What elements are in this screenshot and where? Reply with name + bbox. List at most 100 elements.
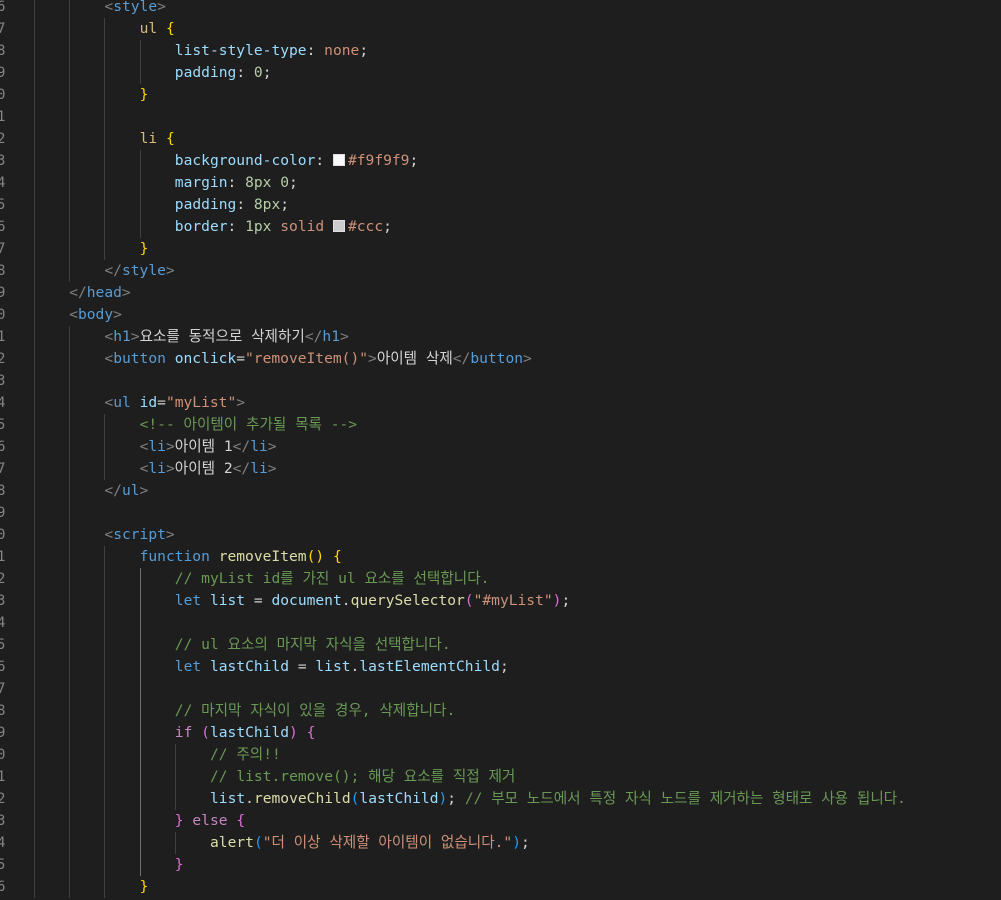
code-line[interactable]: 9 padding: 0; <box>0 62 1001 84</box>
code-line[interactable]: 6 <li>아이템 1</li> <box>0 436 1001 458</box>
indent-guide <box>69 480 71 502</box>
code-line[interactable]: 1 <h1>요소를 동적으로 삭제하기</h1> <box>0 326 1001 348</box>
indent-guide <box>34 238 35 260</box>
code-line[interactable]: 5 padding: 8px; <box>0 194 1001 216</box>
code-line[interactable]: 7 <box>0 678 1001 700</box>
line-number: 6 <box>0 879 6 895</box>
code-line[interactable]: 2 list.removeChild(lastChild); // 부모 노드에서… <box>0 788 1001 810</box>
code-line[interactable]: 2 // myList id를 가진 ul 요소를 선택합니다. <box>0 568 1001 590</box>
code-editor[interactable]: 6 <style> 7 ul {8 list-style-type: none; 9 pad… <box>0 0 1001 900</box>
color-swatch-icon[interactable] <box>332 220 345 232</box>
token-br: > <box>165 262 175 279</box>
indent-guide <box>69 678 71 700</box>
token-txt: : <box>236 64 254 81</box>
code-line[interactable]: 7 <li>아이템 2</li> <box>0 458 1001 480</box>
indent-guide <box>34 216 35 238</box>
code-line[interactable]: 2 li { <box>0 128 1001 150</box>
token-tag: script <box>113 526 166 543</box>
token-prop: margin <box>174 174 228 191</box>
code-line[interactable]: 9 if (lastChild) { <box>0 722 1001 744</box>
token-var: document <box>271 592 342 609</box>
code-text: </ul> <box>104 480 148 502</box>
token-prop: border <box>174 218 228 235</box>
code-line[interactable]: 0 <script> <box>0 524 1001 546</box>
code-text: </head> <box>69 282 131 304</box>
color-swatch-icon[interactable] <box>332 154 345 166</box>
indent-guide <box>34 260 35 282</box>
indent-guide <box>34 326 35 348</box>
line-number: 3 <box>0 153 6 169</box>
token-txt: ; <box>359 42 369 59</box>
code-line[interactable]: 1 <box>0 106 1001 128</box>
indent-guide <box>34 18 35 40</box>
code-line[interactable]: 0} <box>0 84 1001 106</box>
indent-guide <box>104 18 106 40</box>
code-line[interactable]: 2 <button onclick="removeItem()">아이템 삭제</… <box>0 348 1001 370</box>
token-p: } <box>174 812 184 829</box>
token-br: </ <box>452 350 471 367</box>
indent-guide <box>69 766 71 788</box>
line-number: 2 <box>0 791 6 807</box>
code-line[interactable]: 6 <style> <box>0 0 1001 18</box>
token-txt: : <box>236 196 254 213</box>
token-txt: = <box>157 394 166 411</box>
code-line[interactable]: 4 margin: 8px 0; <box>0 172 1001 194</box>
line-number: 2 <box>0 571 6 587</box>
code-line[interactable]: 3} else { <box>0 810 1001 832</box>
indent-guide <box>139 194 141 216</box>
indent-guide <box>34 414 35 436</box>
indent-guide <box>139 40 141 62</box>
code-line[interactable]: 6} <box>0 876 1001 898</box>
code-line[interactable]: 6 let lastChild = list.lastElementChild; <box>0 656 1001 678</box>
line-number: 9 <box>0 285 6 301</box>
token-str: "myList" <box>165 394 237 411</box>
token-num: 1px <box>245 218 272 235</box>
code-line[interactable]: 5 <!-- 아이템이 추가될 목록 --> <box>0 414 1001 436</box>
code-line[interactable]: 8 // 마지막 자식이 있을 경우, 삭제합니다. <box>0 700 1001 722</box>
code-line[interactable]: 4 <box>0 612 1001 634</box>
code-line[interactable]: 5} <box>0 854 1001 876</box>
indent-guide <box>69 238 71 260</box>
token-y: () <box>306 548 325 565</box>
code-line[interactable]: 8 list-style-type: none; <box>0 40 1001 62</box>
code-line[interactable]: 9 <box>0 502 1001 524</box>
token-val: solid <box>280 218 325 235</box>
indent-guide <box>104 84 106 106</box>
code-text: <button onclick="removeItem()">아이템 삭제</b… <box>104 348 531 370</box>
code-line[interactable]: 4 <ul id="myList"> <box>0 392 1001 414</box>
indent-guide <box>104 194 106 216</box>
indent-guide <box>69 392 71 414</box>
code-line[interactable]: 7 ul { <box>0 18 1001 40</box>
code-text: <ul id="myList"> <box>104 392 245 414</box>
token-var: list <box>209 592 246 609</box>
code-line[interactable]: 8 </style> <box>0 260 1001 282</box>
line-number: 1 <box>0 769 6 785</box>
token-tag: li <box>148 460 166 477</box>
code-line[interactable]: 6 border: 1px solid #ccc; <box>0 216 1001 238</box>
code-line[interactable]: 1 // list.remove(); 해당 요소를 직접 제거 <box>0 766 1001 788</box>
indent-guide <box>69 106 71 128</box>
code-line[interactable]: 7} <box>0 238 1001 260</box>
indent-guide <box>69 700 71 722</box>
indent-guide <box>69 744 71 766</box>
line-number: 4 <box>0 175 6 191</box>
code-line[interactable]: 8 </ul> <box>0 480 1001 502</box>
token-br: > <box>339 328 349 345</box>
code-text: background-color: #f9f9f9; <box>175 150 418 172</box>
code-line[interactable]: 9 </head> <box>0 282 1001 304</box>
code-line[interactable]: 5 // ul 요소의 마지막 자식을 선택합니다. <box>0 634 1001 656</box>
code-line[interactable]: 4 alert("더 이상 삭제할 아이템이 없습니다."); <box>0 832 1001 854</box>
token-cmt: // myList id를 가진 ul 요소를 선택합니다. <box>174 570 490 587</box>
code-line[interactable]: 0 <body> <box>0 304 1001 326</box>
code-line[interactable]: 3 background-color: #f9f9f9; <box>0 150 1001 172</box>
indent-guide <box>104 40 106 62</box>
code-line[interactable]: 1 function removeItem() { <box>0 546 1001 568</box>
code-line[interactable]: 0 // 주의!! <box>0 744 1001 766</box>
code-line[interactable]: 3 let list = document.querySelector("#myL… <box>0 590 1001 612</box>
indent-guide <box>69 0 71 18</box>
token-txt: : <box>306 42 325 59</box>
code-line[interactable]: 3 <box>0 370 1001 392</box>
token-val: #ccc <box>347 218 384 235</box>
indent-guide <box>139 722 141 744</box>
indent-guide <box>104 128 106 150</box>
